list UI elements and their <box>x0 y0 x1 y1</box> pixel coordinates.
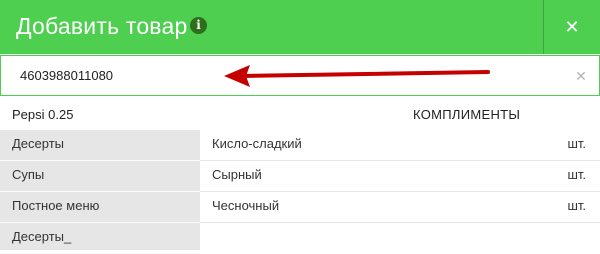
barcode-input-container: ✕ <box>0 55 600 96</box>
option-item[interactable]: Чесночный шт. <box>200 192 600 223</box>
option-name: Сырный <box>212 167 262 182</box>
option-unit: шт. <box>567 136 586 151</box>
dialog-title: Добавить товар <box>16 13 188 39</box>
option-item[interactable]: Кисло-сладкий шт. <box>200 130 600 161</box>
selected-product-row[interactable]: Pepsi 0.25 КОМПЛИМЕНТЫ <box>0 96 600 130</box>
option-list: Кисло-сладкий шт. Сырный шт. Чесночный ш… <box>200 130 600 250</box>
close-button[interactable]: ✕ <box>544 0 600 54</box>
dialog-header: Добавить товар i ✕ <box>0 0 600 54</box>
category-list: Десерты Супы Постное меню Десерты_ <box>0 130 200 254</box>
option-name: Чесночный <box>212 198 280 213</box>
category-item[interactable]: Постное меню <box>0 192 200 223</box>
option-unit: шт. <box>567 167 586 182</box>
info-icon[interactable]: i <box>190 17 207 34</box>
option-unit: шт. <box>567 198 586 213</box>
category-item[interactable]: Супы <box>0 161 200 192</box>
category-item[interactable]: Десерты_ <box>0 223 200 254</box>
option-name: Кисло-сладкий <box>212 136 302 151</box>
category-item[interactable]: Десерты <box>0 130 200 161</box>
option-item[interactable]: Сырный шт. <box>200 161 600 192</box>
product-section: КОМПЛИМЕНТЫ <box>413 107 521 122</box>
barcode-input[interactable] <box>1 56 561 95</box>
clear-input-icon[interactable]: ✕ <box>571 66 591 86</box>
product-name: Pepsi 0.25 <box>12 107 74 122</box>
